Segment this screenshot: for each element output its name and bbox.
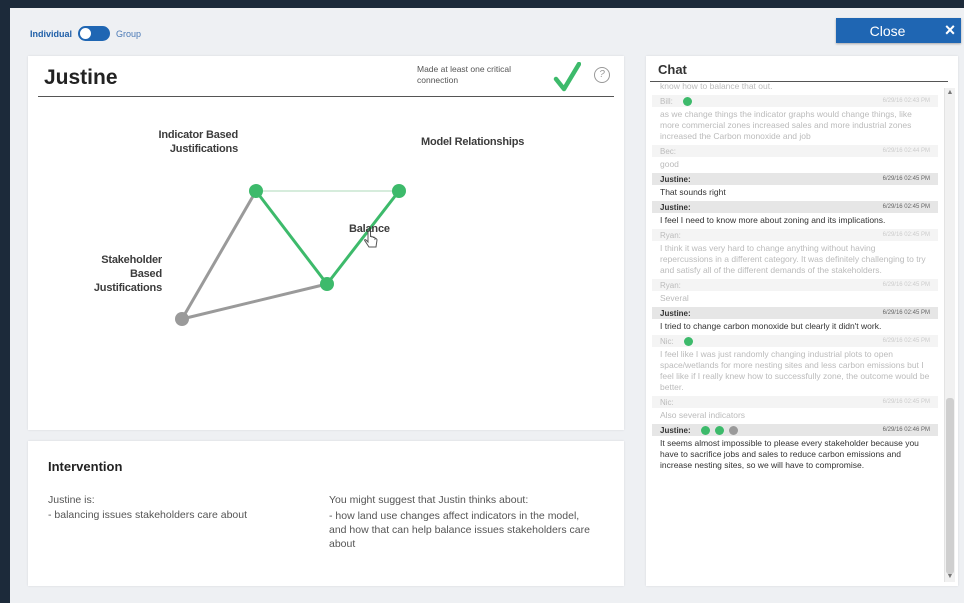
individual-group-switch[interactable] <box>78 26 111 41</box>
student-panel: Justine Made at least one critical conne… <box>28 56 624 430</box>
chat-timestamp: 6/29/16 02:45 PM <box>882 310 930 316</box>
chat-message-list[interactable]: know how to balance that out. Bill: 6/29/1… <box>652 83 938 583</box>
chat-sender-name: Justine: <box>660 425 691 435</box>
intervention-suggestion: You might suggest that Justin thinks abo… <box>329 493 599 551</box>
chat-timestamp: 6/29/16 02:43 PM <box>882 98 930 104</box>
chat-timestamp: 6/29/16 02:45 PM <box>882 282 930 288</box>
node-label-indicator: Indicator Based Justifications <box>158 129 238 155</box>
node-dot-icon <box>714 425 724 435</box>
chat-message-text: That sounds right <box>660 187 726 197</box>
close-button-label: Close <box>869 22 906 39</box>
chat-sender-name: Justine: <box>660 308 691 318</box>
critical-connection-text: Made at least one critical connection <box>417 64 512 85</box>
intervention-panel: Intervention Justine is: - balancing iss… <box>28 441 624 586</box>
app-window: Individual Group Close × Justine Made at… <box>10 8 964 603</box>
scroll-down-icon[interactable]: ▼ <box>945 572 955 582</box>
chat-sender-name: Nic: <box>660 336 674 346</box>
chat-message-header: Nic: 6/29/16 02:45 PM <box>652 335 938 347</box>
chat-message-text: good <box>660 159 679 169</box>
chat-message-text: I tried to change carbon monoxide but cl… <box>660 321 882 331</box>
chat-message-header: Ryan: 6/29/16 02:45 PM <box>652 229 938 241</box>
diagnosis-item: - balancing issues stakeholders care abo… <box>48 509 248 521</box>
toggle-label-group[interactable]: Group <box>116 29 141 39</box>
chat-message-text: I think it was very hard to change anyth… <box>660 243 926 275</box>
node-dot-icon <box>682 96 692 106</box>
scroll-up-icon[interactable]: ▲ <box>945 88 955 98</box>
edge-indicator-balance <box>254 190 329 285</box>
node-reference-dots <box>700 425 738 435</box>
node-label-stakeholder: Stakeholder Based Justifications <box>93 254 162 294</box>
chat-message-text: Several <box>660 293 689 303</box>
node-balance[interactable] <box>320 277 334 291</box>
chat-sender-name: Bill: <box>660 96 673 106</box>
node-indicator[interactable] <box>249 184 263 198</box>
check-icon <box>553 62 581 92</box>
suggestion-intro: You might suggest that Justin thinks abo… <box>329 494 529 506</box>
chat-message-header: Bill: 6/29/16 02:43 PM <box>652 95 938 107</box>
edge-balance-model <box>325 190 401 285</box>
chat-message-header: Justine: 6/29/16 02:46 PM <box>652 424 938 436</box>
intervention-diagnosis: Justine is: - balancing issues stakehold… <box>48 493 247 523</box>
chat-timestamp: 6/29/16 02:45 PM <box>882 399 930 405</box>
chat-divider <box>650 81 948 82</box>
chat-message-text: know how to balance that out. <box>660 83 773 91</box>
chat-message-text: I feel I need to know more about zoning … <box>660 215 886 225</box>
chat-message-header: Justine: 6/29/16 02:45 PM <box>652 173 938 185</box>
suggestion-item: - how land use changes affect indicators… <box>329 510 590 550</box>
chat-sender-name: Ryan: <box>660 280 681 290</box>
node-dot-icon <box>728 425 738 435</box>
switch-knob <box>80 28 92 39</box>
chat-sender-name: Nic: <box>660 397 674 407</box>
node-model[interactable] <box>392 184 406 198</box>
chat-timestamp: 6/29/16 02:44 PM <box>882 148 930 154</box>
chat-message-header: Nic: 6/29/16 02:45 PM <box>652 396 938 408</box>
chat-message-text: Also several indicators <box>660 410 746 420</box>
node-dot-icon <box>683 336 693 346</box>
chat-sender-name: Justine: <box>660 174 691 184</box>
scroll-thumb[interactable] <box>946 398 954 574</box>
title-divider <box>38 96 614 97</box>
chat-timestamp: 6/29/16 02:45 PM <box>882 204 930 210</box>
toggle-label-individual[interactable]: Individual <box>30 29 72 39</box>
chat-scrollbar[interactable]: ▲ ▼ <box>944 88 955 582</box>
close-button[interactable]: Close × <box>836 18 961 43</box>
chat-message-text: It seems almost impossible to please eve… <box>660 438 919 470</box>
close-icon: × <box>944 20 956 40</box>
chat-message-header: Ryan: 6/29/16 02:45 PM <box>652 279 938 291</box>
chat-timestamp: 6/29/16 02:46 PM <box>882 427 930 433</box>
student-name-title: Justine <box>44 66 118 89</box>
edge-balance-stakeholder <box>181 282 328 321</box>
chat-message-text: I feel like I was just randomly changing… <box>660 349 930 392</box>
intervention-title: Intervention <box>48 459 123 474</box>
chat-timestamp: 6/29/16 02:45 PM <box>882 338 930 344</box>
chat-message-text: as we change things the indicator graphs… <box>660 109 912 141</box>
chat-sender-name: Ryan: <box>660 230 681 240</box>
node-label-model: Model Relationships <box>421 136 525 148</box>
chat-message-header: Justine: 6/29/16 02:45 PM <box>652 201 938 213</box>
node-reference-dots <box>682 96 692 106</box>
view-toggle: Individual Group <box>30 26 141 41</box>
chat-message-header: Justine: 6/29/16 02:45 PM <box>652 307 938 319</box>
node-dot-icon <box>700 425 710 435</box>
node-reference-dots <box>683 336 693 346</box>
node-label-balance: Balance <box>349 223 390 235</box>
chat-timestamp: 6/29/16 02:45 PM <box>882 176 930 182</box>
chat-message-header: Bec: 6/29/16 02:44 PM <box>652 145 938 157</box>
edge-indicator-stakeholder <box>180 190 258 320</box>
chat-sender-name: Bec: <box>660 146 677 156</box>
chat-panel: Chat know how to balance that out. Bill: 6… <box>646 56 958 586</box>
chat-sender-name: Justine: <box>660 202 691 212</box>
chat-title: Chat <box>658 62 687 77</box>
node-stakeholder[interactable] <box>175 312 189 326</box>
help-icon[interactable]: ? <box>594 67 610 83</box>
chat-timestamp: 6/29/16 02:45 PM <box>882 232 930 238</box>
diagnosis-intro: Justine is: <box>48 494 95 506</box>
